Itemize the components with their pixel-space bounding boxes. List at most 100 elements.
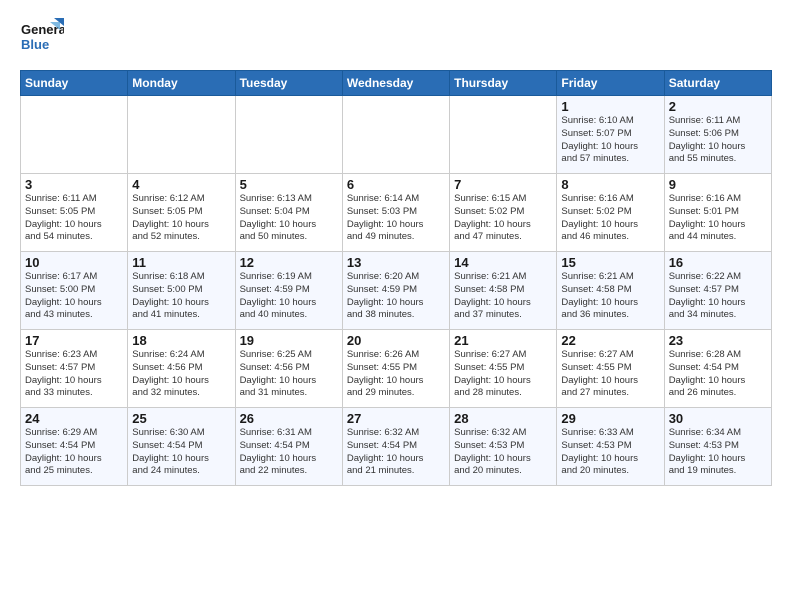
day-cell: 7Sunrise: 6:15 AM Sunset: 5:02 PM Daylig… bbox=[450, 174, 557, 252]
day-info: Sunrise: 6:23 AM Sunset: 4:57 PM Dayligh… bbox=[25, 349, 123, 400]
day-cell bbox=[128, 96, 235, 174]
day-info: Sunrise: 6:16 AM Sunset: 5:01 PM Dayligh… bbox=[669, 193, 767, 244]
day-number: 15 bbox=[561, 255, 659, 270]
day-info: Sunrise: 6:13 AM Sunset: 5:04 PM Dayligh… bbox=[240, 193, 338, 244]
logo: General Blue bbox=[20, 16, 64, 60]
day-info: Sunrise: 6:25 AM Sunset: 4:56 PM Dayligh… bbox=[240, 349, 338, 400]
day-info: Sunrise: 6:24 AM Sunset: 4:56 PM Dayligh… bbox=[132, 349, 230, 400]
day-number: 3 bbox=[25, 177, 123, 192]
day-cell: 4Sunrise: 6:12 AM Sunset: 5:05 PM Daylig… bbox=[128, 174, 235, 252]
day-info: Sunrise: 6:10 AM Sunset: 5:07 PM Dayligh… bbox=[561, 115, 659, 166]
svg-text:Blue: Blue bbox=[21, 37, 49, 52]
day-info: Sunrise: 6:30 AM Sunset: 4:54 PM Dayligh… bbox=[132, 427, 230, 478]
day-cell: 3Sunrise: 6:11 AM Sunset: 5:05 PM Daylig… bbox=[21, 174, 128, 252]
day-cell: 11Sunrise: 6:18 AM Sunset: 5:00 PM Dayli… bbox=[128, 252, 235, 330]
day-cell: 18Sunrise: 6:24 AM Sunset: 4:56 PM Dayli… bbox=[128, 330, 235, 408]
day-cell: 22Sunrise: 6:27 AM Sunset: 4:55 PM Dayli… bbox=[557, 330, 664, 408]
calendar-header-row: SundayMondayTuesdayWednesdayThursdayFrid… bbox=[21, 71, 772, 96]
day-info: Sunrise: 6:14 AM Sunset: 5:03 PM Dayligh… bbox=[347, 193, 445, 244]
day-cell: 14Sunrise: 6:21 AM Sunset: 4:58 PM Dayli… bbox=[450, 252, 557, 330]
day-cell: 15Sunrise: 6:21 AM Sunset: 4:58 PM Dayli… bbox=[557, 252, 664, 330]
day-number: 20 bbox=[347, 333, 445, 348]
day-info: Sunrise: 6:31 AM Sunset: 4:54 PM Dayligh… bbox=[240, 427, 338, 478]
day-number: 6 bbox=[347, 177, 445, 192]
day-number: 2 bbox=[669, 99, 767, 114]
day-info: Sunrise: 6:32 AM Sunset: 4:54 PM Dayligh… bbox=[347, 427, 445, 478]
day-cell bbox=[21, 96, 128, 174]
day-info: Sunrise: 6:15 AM Sunset: 5:02 PM Dayligh… bbox=[454, 193, 552, 244]
day-cell: 24Sunrise: 6:29 AM Sunset: 4:54 PM Dayli… bbox=[21, 408, 128, 486]
day-info: Sunrise: 6:32 AM Sunset: 4:53 PM Dayligh… bbox=[454, 427, 552, 478]
day-info: Sunrise: 6:18 AM Sunset: 5:00 PM Dayligh… bbox=[132, 271, 230, 322]
week-row-2: 10Sunrise: 6:17 AM Sunset: 5:00 PM Dayli… bbox=[21, 252, 772, 330]
day-number: 22 bbox=[561, 333, 659, 348]
day-number: 30 bbox=[669, 411, 767, 426]
day-cell: 10Sunrise: 6:17 AM Sunset: 5:00 PM Dayli… bbox=[21, 252, 128, 330]
day-cell: 25Sunrise: 6:30 AM Sunset: 4:54 PM Dayli… bbox=[128, 408, 235, 486]
calendar-table: SundayMondayTuesdayWednesdayThursdayFrid… bbox=[20, 70, 772, 486]
day-number: 19 bbox=[240, 333, 338, 348]
logo-svg: General Blue bbox=[20, 16, 64, 60]
day-cell: 16Sunrise: 6:22 AM Sunset: 4:57 PM Dayli… bbox=[664, 252, 771, 330]
header-wednesday: Wednesday bbox=[342, 71, 449, 96]
day-number: 27 bbox=[347, 411, 445, 426]
day-number: 4 bbox=[132, 177, 230, 192]
day-cell: 1Sunrise: 6:10 AM Sunset: 5:07 PM Daylig… bbox=[557, 96, 664, 174]
day-cell: 8Sunrise: 6:16 AM Sunset: 5:02 PM Daylig… bbox=[557, 174, 664, 252]
header-sunday: Sunday bbox=[21, 71, 128, 96]
day-cell: 6Sunrise: 6:14 AM Sunset: 5:03 PM Daylig… bbox=[342, 174, 449, 252]
day-number: 28 bbox=[454, 411, 552, 426]
day-cell: 9Sunrise: 6:16 AM Sunset: 5:01 PM Daylig… bbox=[664, 174, 771, 252]
day-number: 16 bbox=[669, 255, 767, 270]
day-cell: 20Sunrise: 6:26 AM Sunset: 4:55 PM Dayli… bbox=[342, 330, 449, 408]
day-number: 25 bbox=[132, 411, 230, 426]
week-row-0: 1Sunrise: 6:10 AM Sunset: 5:07 PM Daylig… bbox=[21, 96, 772, 174]
header-thursday: Thursday bbox=[450, 71, 557, 96]
day-cell: 12Sunrise: 6:19 AM Sunset: 4:59 PM Dayli… bbox=[235, 252, 342, 330]
day-cell: 29Sunrise: 6:33 AM Sunset: 4:53 PM Dayli… bbox=[557, 408, 664, 486]
day-info: Sunrise: 6:33 AM Sunset: 4:53 PM Dayligh… bbox=[561, 427, 659, 478]
week-row-1: 3Sunrise: 6:11 AM Sunset: 5:05 PM Daylig… bbox=[21, 174, 772, 252]
day-info: Sunrise: 6:26 AM Sunset: 4:55 PM Dayligh… bbox=[347, 349, 445, 400]
day-cell: 30Sunrise: 6:34 AM Sunset: 4:53 PM Dayli… bbox=[664, 408, 771, 486]
day-number: 17 bbox=[25, 333, 123, 348]
day-number: 21 bbox=[454, 333, 552, 348]
day-info: Sunrise: 6:17 AM Sunset: 5:00 PM Dayligh… bbox=[25, 271, 123, 322]
day-number: 24 bbox=[25, 411, 123, 426]
day-number: 5 bbox=[240, 177, 338, 192]
week-row-4: 24Sunrise: 6:29 AM Sunset: 4:54 PM Dayli… bbox=[21, 408, 772, 486]
day-cell: 27Sunrise: 6:32 AM Sunset: 4:54 PM Dayli… bbox=[342, 408, 449, 486]
header-saturday: Saturday bbox=[664, 71, 771, 96]
day-number: 9 bbox=[669, 177, 767, 192]
day-cell: 5Sunrise: 6:13 AM Sunset: 5:04 PM Daylig… bbox=[235, 174, 342, 252]
day-info: Sunrise: 6:12 AM Sunset: 5:05 PM Dayligh… bbox=[132, 193, 230, 244]
page-container: General Blue SundayMondayTuesdayWednesda… bbox=[0, 0, 792, 496]
day-info: Sunrise: 6:21 AM Sunset: 4:58 PM Dayligh… bbox=[454, 271, 552, 322]
day-cell bbox=[450, 96, 557, 174]
header-monday: Monday bbox=[128, 71, 235, 96]
day-info: Sunrise: 6:29 AM Sunset: 4:54 PM Dayligh… bbox=[25, 427, 123, 478]
day-number: 12 bbox=[240, 255, 338, 270]
day-info: Sunrise: 6:11 AM Sunset: 5:06 PM Dayligh… bbox=[669, 115, 767, 166]
header: General Blue bbox=[20, 16, 772, 60]
day-info: Sunrise: 6:20 AM Sunset: 4:59 PM Dayligh… bbox=[347, 271, 445, 322]
day-info: Sunrise: 6:22 AM Sunset: 4:57 PM Dayligh… bbox=[669, 271, 767, 322]
day-number: 11 bbox=[132, 255, 230, 270]
week-row-3: 17Sunrise: 6:23 AM Sunset: 4:57 PM Dayli… bbox=[21, 330, 772, 408]
day-number: 8 bbox=[561, 177, 659, 192]
day-number: 13 bbox=[347, 255, 445, 270]
day-number: 10 bbox=[25, 255, 123, 270]
day-cell: 13Sunrise: 6:20 AM Sunset: 4:59 PM Dayli… bbox=[342, 252, 449, 330]
header-friday: Friday bbox=[557, 71, 664, 96]
day-cell: 21Sunrise: 6:27 AM Sunset: 4:55 PM Dayli… bbox=[450, 330, 557, 408]
day-number: 18 bbox=[132, 333, 230, 348]
day-cell bbox=[342, 96, 449, 174]
day-info: Sunrise: 6:19 AM Sunset: 4:59 PM Dayligh… bbox=[240, 271, 338, 322]
day-cell: 28Sunrise: 6:32 AM Sunset: 4:53 PM Dayli… bbox=[450, 408, 557, 486]
header-tuesday: Tuesday bbox=[235, 71, 342, 96]
day-number: 7 bbox=[454, 177, 552, 192]
day-info: Sunrise: 6:34 AM Sunset: 4:53 PM Dayligh… bbox=[669, 427, 767, 478]
day-info: Sunrise: 6:28 AM Sunset: 4:54 PM Dayligh… bbox=[669, 349, 767, 400]
day-number: 1 bbox=[561, 99, 659, 114]
day-info: Sunrise: 6:16 AM Sunset: 5:02 PM Dayligh… bbox=[561, 193, 659, 244]
